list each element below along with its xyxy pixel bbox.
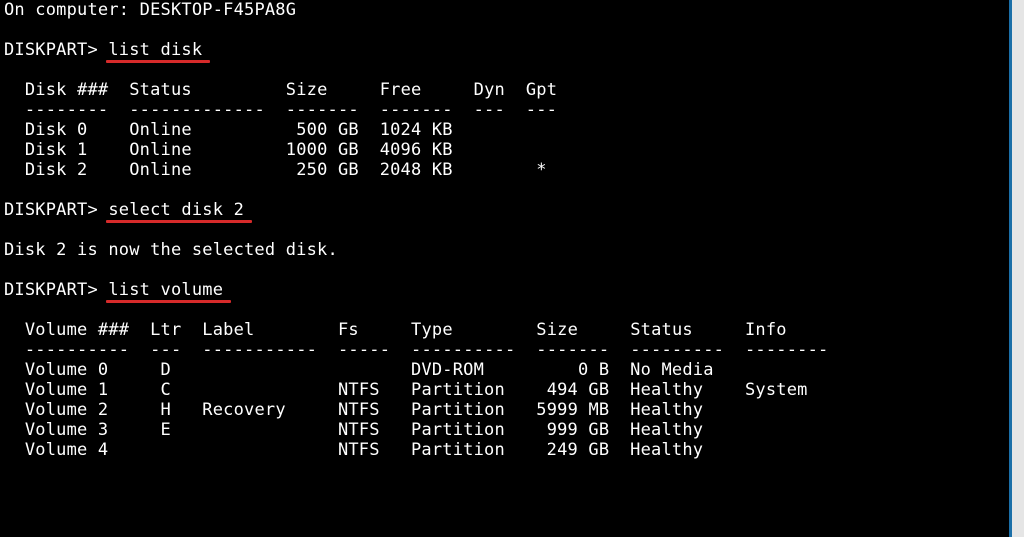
volume-row: Volume 4 NTFS Partition 249 GB Healthy: [25, 440, 703, 460]
select-result: Disk 2 is now the selected disk.: [4, 240, 338, 260]
prompt: DISKPART>: [4, 40, 98, 60]
disk-row: Disk 2 Online 250 GB 2048 KB *: [25, 160, 547, 180]
volume-header: Volume ### Ltr Label Fs Type Size Status…: [25, 320, 787, 340]
console-output: On computer: DESKTOP-F45PA8G DISKPART> l…: [4, 0, 1005, 460]
disk-row: Disk 0 Online 500 GB 1024 KB: [25, 120, 453, 140]
volume-row: Volume 3 E NTFS Partition 999 GB Healthy: [25, 420, 703, 440]
cmd-select-disk: select disk 2: [108, 200, 244, 220]
disk-row: Disk 1 Online 1000 GB 4096 KB: [25, 140, 453, 160]
cmd-list-disk: list disk: [108, 40, 202, 60]
volume-row: Volume 1 C NTFS Partition 494 GB Healthy…: [25, 380, 808, 400]
diskpart-console[interactable]: On computer: DESKTOP-F45PA8G DISKPART> l…: [0, 0, 1012, 537]
computer-line: On computer: DESKTOP-F45PA8G: [4, 0, 296, 20]
disk-rule: -------- ------------- ------- ------- -…: [25, 100, 557, 120]
prompt: DISKPART>: [4, 280, 98, 300]
prompt: DISKPART>: [4, 200, 98, 220]
volume-rule: ---------- --- ----------- ----- -------…: [25, 340, 829, 360]
volume-row: Volume 2 H Recovery NTFS Partition 5999 …: [25, 400, 703, 420]
volume-row: Volume 0 D DVD-ROM 0 B No Media: [25, 360, 714, 380]
cmd-list-volume: list volume: [108, 280, 223, 300]
disk-header: Disk ### Status Size Free Dyn Gpt: [25, 80, 557, 100]
